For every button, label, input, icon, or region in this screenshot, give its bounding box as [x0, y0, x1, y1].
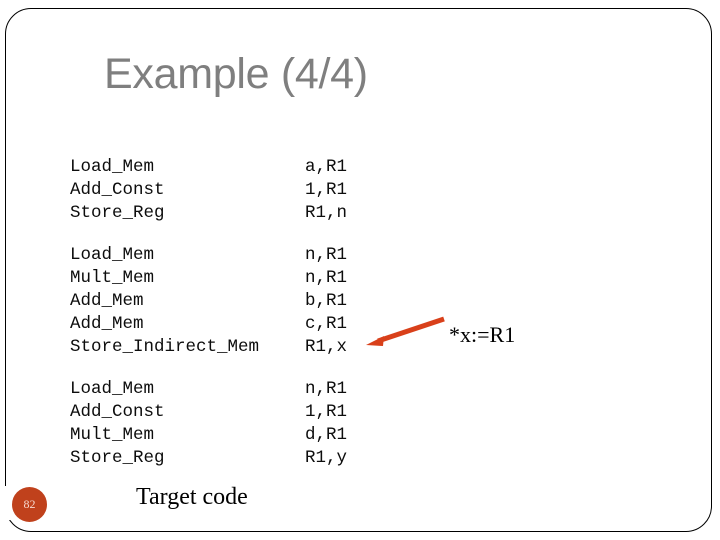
code-args: b,R1	[305, 291, 348, 311]
code-op: Add_Mem	[70, 291, 144, 311]
code-args: R1,y	[305, 448, 348, 468]
code-line: Load_Mem a,R1	[70, 156, 347, 179]
code-op: Load_Mem	[70, 157, 155, 177]
annotation-label: *x:=R1	[449, 322, 516, 347]
code-line: Load_Mem n,R1	[70, 378, 347, 401]
code-op: Add_Const	[70, 402, 165, 422]
page-title: Example (4/4)	[104, 50, 368, 98]
code-args: 1,R1	[305, 402, 348, 422]
code-args: a,R1	[305, 157, 348, 177]
code-args: R1,n	[305, 203, 348, 223]
code-op: Add_Mem	[70, 314, 144, 334]
code-line: Add_Mem c,R1	[70, 313, 347, 336]
page-number-badge: 82	[12, 487, 47, 522]
code-block: Load_Mem n,R1 Mult_Mem n,R1 Add_Mem b,R1 Ad…	[70, 244, 347, 359]
code-line: Add_Const 1,R1	[70, 179, 347, 202]
code-args: R1,x	[305, 337, 348, 357]
code-line: Mult_Mem n,R1	[70, 267, 347, 290]
code-args: n,R1	[305, 379, 348, 399]
code-args: c,R1	[305, 314, 348, 334]
code-line: Store_Indirect_Mem R1,x	[70, 336, 347, 359]
code-line: Store_Reg R1,n	[70, 202, 347, 225]
code-line: Add_Mem b,R1	[70, 290, 347, 313]
code-block: Load_Mem a,R1 Add_Const 1,R1 Store_Reg R1,n	[70, 156, 347, 225]
target-code-listing: Load_Mem a,R1 Add_Const 1,R1 Store_Reg R1,n…	[70, 156, 347, 470]
code-op: Load_Mem	[70, 379, 155, 399]
code-op: Add_Const	[70, 180, 165, 200]
code-op: Store_Reg	[70, 448, 165, 468]
code-line: Load_Mem n,R1	[70, 244, 347, 267]
code-line: Mult_Mem d,R1	[70, 424, 347, 447]
code-op: Mult_Mem	[70, 268, 155, 288]
code-op: Store_Indirect_Mem	[70, 337, 260, 357]
annotation-arrow-icon	[366, 316, 445, 346]
code-op: Load_Mem	[70, 245, 155, 265]
code-block: Load_Mem n,R1 Add_Const 1,R1 Mult_Mem d,R1 …	[70, 378, 347, 470]
code-args: n,R1	[305, 268, 348, 288]
code-args: 1,R1	[305, 180, 348, 200]
code-op: Store_Reg	[70, 203, 165, 223]
code-line: Add_Const 1,R1	[70, 401, 347, 424]
code-line: Store_Reg R1,y	[70, 447, 347, 470]
code-op: Mult_Mem	[70, 425, 155, 445]
slide-canvas: Example (4/4) Load_Mem a,R1 Add_Const 1,R1…	[0, 0, 720, 540]
code-args: d,R1	[305, 425, 348, 445]
code-args: n,R1	[305, 245, 348, 265]
slide-caption: Target code	[136, 484, 248, 510]
